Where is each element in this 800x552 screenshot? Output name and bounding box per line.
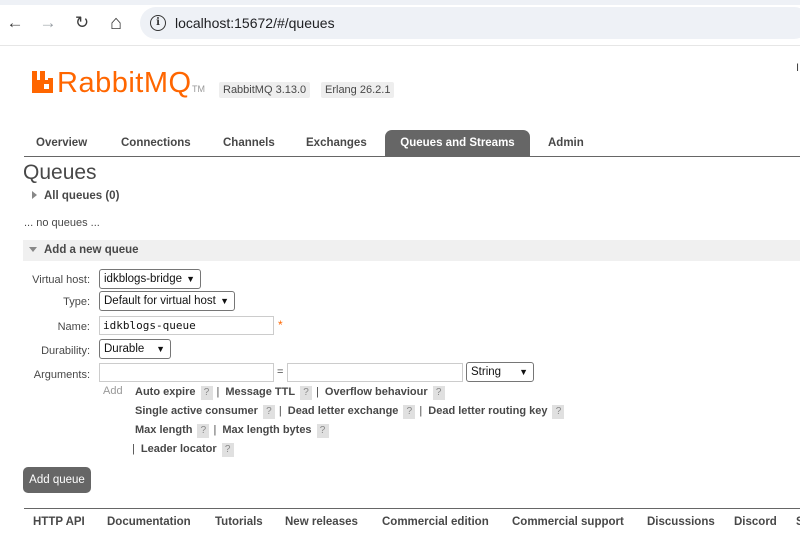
all-queues-label: All queues (0) xyxy=(44,190,120,202)
tab-overview[interactable]: Overview xyxy=(24,130,99,156)
footer-link-tutorials[interactable]: Tutorials xyxy=(215,516,263,528)
virtual-host-select[interactable]: idkblogs-bridge ▼ xyxy=(99,269,201,289)
help-icon[interactable]: ? xyxy=(221,443,234,457)
max-length-link[interactable]: Max length xyxy=(135,424,192,436)
footer-link-discussions[interactable]: Discussions xyxy=(647,516,715,528)
durability-label: Durability: xyxy=(41,345,90,357)
tab-queues-and-streams[interactable]: Queues and Streams xyxy=(385,130,530,156)
tab-channels[interactable]: Channels xyxy=(211,130,287,156)
main-tabs: Overview Connections Channels Exchanges … xyxy=(24,130,800,157)
dead-letter-exchange-link[interactable]: Dead letter exchange xyxy=(288,405,399,417)
help-icon[interactable]: ? xyxy=(262,405,275,419)
separator: | xyxy=(278,405,282,417)
page-title: Queues xyxy=(23,161,97,184)
footer-link-http-api[interactable]: HTTP API xyxy=(33,516,85,528)
add-argument-label: Add xyxy=(103,385,123,397)
site-info-icon[interactable]: i xyxy=(150,15,166,31)
argument-shortcuts-row: Single active consumer? | Dead letter exch… xyxy=(135,405,568,419)
add-queue-toggle[interactable]: Add a new queue xyxy=(29,244,139,256)
argument-shortcuts-row: Auto expire? | Message TTL? | Overflow behav… xyxy=(135,386,449,400)
help-icon[interactable]: ? xyxy=(552,405,565,419)
virtual-host-label: Virtual host: xyxy=(32,274,90,286)
add-queue-button[interactable]: Add queue xyxy=(23,467,91,493)
browser-toolbar: ← → ↻ ⌂ i localhost:15672/#/queues xyxy=(0,0,800,46)
argument-key-input[interactable] xyxy=(99,363,274,382)
argument-equals: = xyxy=(277,366,284,378)
footer-link-documentation[interactable]: Documentation xyxy=(107,516,191,528)
tab-exchanges[interactable]: Exchanges xyxy=(294,130,379,156)
url-text[interactable]: localhost:15672/#/queues xyxy=(175,15,335,31)
footer-link-new-releases[interactable]: New releases xyxy=(285,516,358,528)
message-ttl-link[interactable]: Message TTL xyxy=(225,386,295,398)
argument-shortcuts-row: | Leader locator? xyxy=(132,443,238,457)
tab-admin[interactable]: Admin xyxy=(536,130,596,156)
home-icon[interactable]: ⌂ xyxy=(105,12,127,34)
required-marker: * xyxy=(278,318,283,332)
argument-type-value: String xyxy=(471,366,502,378)
queue-name-input[interactable]: idkblogs-queue xyxy=(99,316,274,335)
separator: | xyxy=(213,424,217,436)
logo-trademark: TM xyxy=(192,84,205,94)
address-bar[interactable]: i localhost:15672/#/queues xyxy=(140,7,800,39)
all-queues-toggle[interactable]: All queues (0) xyxy=(32,190,119,202)
separator: | xyxy=(419,405,423,417)
virtual-host-value: idkblogs-bridge xyxy=(104,273,182,285)
type-label: Type: xyxy=(63,296,90,308)
queue-type-select[interactable]: Default for virtual host ▼ xyxy=(99,291,235,311)
arguments-label: Arguments: xyxy=(33,369,90,381)
help-icon[interactable]: ? xyxy=(432,386,445,400)
separator: | xyxy=(216,386,220,398)
chevron-down-icon: ▼ xyxy=(519,367,528,377)
help-icon[interactable]: ? xyxy=(316,424,329,438)
header-corner-text: I xyxy=(796,62,800,74)
chevron-down-icon: ▼ xyxy=(220,296,229,306)
single-active-consumer-link[interactable]: Single active consumer xyxy=(135,405,258,417)
durability-select[interactable]: Durable ▼ xyxy=(99,339,171,359)
help-icon[interactable]: ? xyxy=(200,386,213,400)
overflow-behaviour-link[interactable]: Overflow behaviour xyxy=(325,386,428,398)
back-icon[interactable]: ← xyxy=(4,12,26,34)
footer-link-discord[interactable]: Discord xyxy=(734,516,777,528)
argument-value-input[interactable] xyxy=(287,363,463,382)
collapse-arrow-icon xyxy=(29,247,37,252)
auto-expire-link[interactable]: Auto expire xyxy=(135,386,196,398)
chevron-down-icon: ▼ xyxy=(186,274,195,284)
tab-connections[interactable]: Connections xyxy=(109,130,203,156)
logo-wordmark: RabbitMQ xyxy=(57,67,192,99)
rabbit-logo-icon xyxy=(32,71,53,93)
leader-locator-link[interactable]: Leader locator xyxy=(141,443,217,455)
argument-shortcuts-row: Max length? | Max length bytes? xyxy=(135,424,333,438)
footer-link-truncated[interactable]: S xyxy=(796,516,800,528)
erlang-version-badge: Erlang 26.2.1 xyxy=(321,82,395,98)
separator: | xyxy=(132,443,135,455)
footer: HTTP API Documentation Tutorials New rel… xyxy=(24,508,800,552)
forward-icon[interactable]: → xyxy=(37,12,59,34)
argument-type-select[interactable]: String ▼ xyxy=(466,362,534,382)
max-length-bytes-link[interactable]: Max length bytes xyxy=(222,424,311,436)
queue-type-value: Default for virtual host xyxy=(104,295,216,307)
tab-strip-edge xyxy=(0,0,800,5)
separator: | xyxy=(316,386,319,398)
add-queue-header[interactable] xyxy=(23,240,800,261)
add-queue-label: Add a new queue xyxy=(44,244,139,256)
chevron-down-icon: ▼ xyxy=(156,344,165,354)
help-icon[interactable]: ? xyxy=(197,424,210,438)
dead-letter-routing-key-link[interactable]: Dead letter routing key xyxy=(428,405,547,417)
footer-link-commercial-support[interactable]: Commercial support xyxy=(512,516,624,528)
expand-arrow-icon xyxy=(32,191,37,199)
help-icon[interactable]: ? xyxy=(403,405,416,419)
durability-value: Durable xyxy=(104,343,145,355)
name-label: Name: xyxy=(57,321,90,333)
footer-link-commercial-edition[interactable]: Commercial edition xyxy=(382,516,489,528)
no-queues-text: ... no queues ... xyxy=(24,217,100,229)
reload-icon[interactable]: ↻ xyxy=(71,12,93,34)
rabbitmq-version-badge: RabbitMQ 3.13.0 xyxy=(219,82,311,98)
help-icon[interactable]: ? xyxy=(300,386,313,400)
